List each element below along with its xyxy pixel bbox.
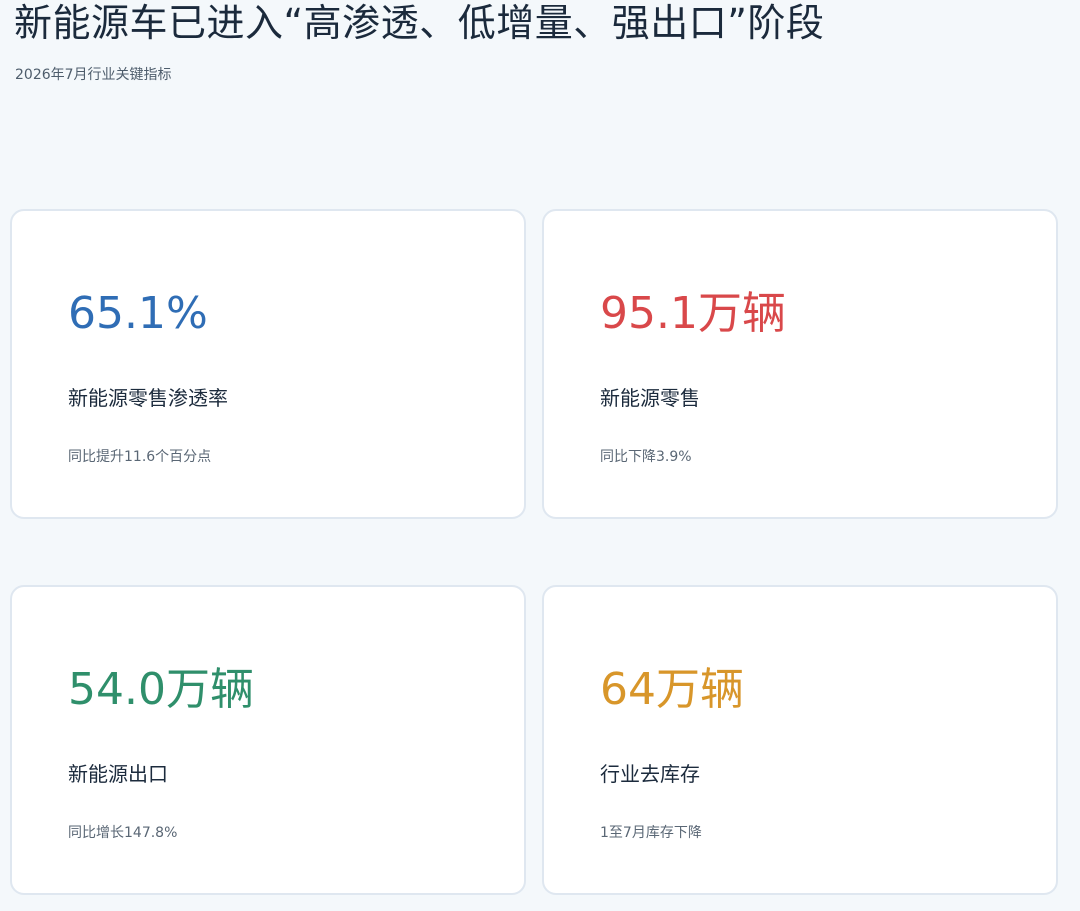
metric-label: 新能源零售渗透率 [68, 386, 228, 410]
metric-grid: 65.1% 新能源零售渗透率 同比提升11.6个百分点 95.1万辆 新能源零售… [10, 209, 1058, 895]
metric-note: 同比下降3.9% [600, 449, 692, 465]
metric-label: 新能源出口 [68, 762, 168, 786]
metric-note: 1至7月库存下降 [600, 825, 702, 841]
metric-card-export: 54.0万辆 新能源出口 同比增长147.8% [10, 585, 526, 895]
metric-value: 64万辆 [600, 664, 744, 715]
metric-value: 54.0万辆 [68, 664, 254, 715]
metric-card-inventory: 64万辆 行业去库存 1至7月库存下降 [542, 585, 1058, 895]
metric-value: 95.1万辆 [600, 288, 786, 339]
metric-note: 同比增长147.8% [68, 825, 178, 841]
page: 新能源车已进入“高渗透、低增量、强出口”阶段 2026年7月行业关键指标 65.… [0, 0, 1080, 911]
metric-card-retail: 95.1万辆 新能源零售 同比下降3.9% [542, 209, 1058, 519]
metric-note: 同比提升11.6个百分点 [68, 449, 212, 465]
page-subtitle: 2026年7月行业关键指标 [15, 67, 172, 83]
metric-label: 新能源零售 [600, 386, 700, 410]
metric-label: 行业去库存 [600, 762, 700, 786]
page-title: 新能源车已进入“高渗透、低增量、强出口”阶段 [14, 1, 825, 45]
metric-card-penetration: 65.1% 新能源零售渗透率 同比提升11.6个百分点 [10, 209, 526, 519]
metric-value: 65.1% [68, 288, 208, 339]
